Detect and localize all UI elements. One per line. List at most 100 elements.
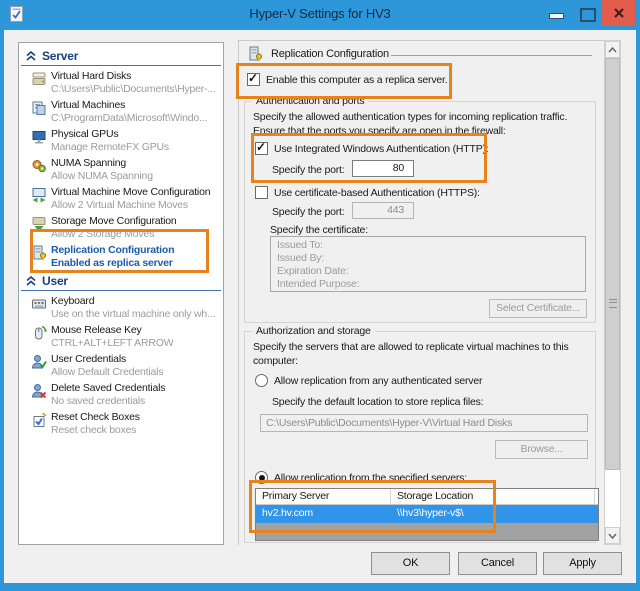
- item-title: Replication Configuration: [51, 244, 175, 256]
- cancel-button[interactable]: Cancel: [458, 552, 537, 575]
- close-button[interactable]: [602, 0, 635, 26]
- chevron-double-up-icon: [26, 276, 36, 286]
- chevron-double-up-icon: [26, 51, 36, 61]
- numa-spanning-icon: [32, 160, 46, 173]
- storage-move-icon: [32, 217, 46, 232]
- section-label: Server: [42, 49, 79, 63]
- https-port-input[interactable]: 443: [352, 202, 414, 219]
- user-credentials-icon: [31, 355, 47, 369]
- item-subtitle: CTRL+ALT+LEFT ARROW: [51, 337, 174, 349]
- apply-button[interactable]: Apply: [543, 552, 622, 575]
- allow-any-server-radio[interactable]: [255, 374, 268, 387]
- scroll-up-button[interactable]: [605, 41, 620, 58]
- browse-button[interactable]: Browse...: [495, 440, 588, 459]
- vertical-scrollbar[interactable]: [604, 40, 621, 545]
- auth-description: Specify the allowed authentication types…: [253, 111, 568, 137]
- sidebar-item-replication-configuration[interactable]: Replication Configuration Enabled as rep…: [21, 243, 221, 272]
- virtual-hard-disks-icon: [32, 72, 46, 85]
- mouse-release-key-icon: [35, 325, 47, 340]
- sidebar-item-user-credentials[interactable]: User Credentials Allow Default Credentia…: [21, 352, 221, 381]
- cert-issued-by: Issued By:: [277, 252, 325, 264]
- sidebar-item-virtual-hard-disks[interactable]: Virtual Hard Disks C:\Users\Public\Docum…: [21, 69, 221, 98]
- item-title: Virtual Machines: [51, 99, 126, 111]
- https-auth-checkbox[interactable]: [255, 186, 268, 199]
- enable-replica-checkbox-row[interactable]: Enable this computer as a replica server…: [247, 71, 448, 86]
- http-auth-checkbox-row[interactable]: Use Integrated Windows Authentication (H…: [255, 140, 489, 155]
- physical-gpus-icon: [32, 131, 46, 144]
- http-port-label: Specify the port:: [272, 164, 345, 176]
- http-auth-checkbox[interactable]: [255, 140, 268, 155]
- item-subtitle: Enabled as replica server: [51, 257, 173, 269]
- group-label: Authentication and ports: [252, 95, 369, 107]
- item-subtitle: C:\Users\Public\Documents\Hyper-...: [51, 83, 216, 95]
- allow-specified-servers-radio[interactable]: [255, 471, 268, 484]
- item-subtitle: Allow Default Credentials: [51, 366, 164, 378]
- header-rule: [391, 55, 592, 56]
- item-title: Physical GPUs: [51, 128, 119, 140]
- maximize-button[interactable]: [580, 8, 596, 22]
- item-title: User Credentials: [51, 353, 126, 365]
- item-title: NUMA Spanning: [51, 157, 127, 169]
- https-auth-label: Use certificate-based Authentication (HT…: [274, 186, 480, 199]
- item-title: Keyboard: [51, 295, 95, 307]
- sidebar-item-numa-spanning[interactable]: NUMA Spanning Allow NUMA Spanning: [21, 156, 221, 185]
- scroll-down-button[interactable]: [605, 527, 620, 544]
- minimize-button[interactable]: [549, 13, 564, 19]
- https-auth-checkbox-row[interactable]: Use certificate-based Authentication (HT…: [255, 186, 480, 199]
- item-subtitle: Allow NUMA Spanning: [51, 170, 153, 182]
- cert-expiration-date: Expiration Date:: [277, 265, 349, 277]
- pane-title: Replication Configuration: [271, 48, 389, 60]
- sidebar-item-reset-check-boxes[interactable]: Reset Check Boxes Reset check boxes: [21, 410, 221, 439]
- certificate-info-box: Issued To: Issued By: Expiration Date: I…: [270, 236, 586, 292]
- default-location-label: Specify the default location to store re…: [272, 396, 484, 408]
- allow-any-server-radio-row[interactable]: Allow replication from any authenticated…: [255, 374, 482, 387]
- http-port-input[interactable]: 80: [352, 160, 414, 177]
- sidebar-item-physical-gpus[interactable]: Physical GPUs Manage RemoteFX GPUs: [21, 127, 221, 156]
- enable-replica-checkbox[interactable]: [247, 71, 260, 86]
- cert-intended-purpose: Intended Purpose:: [277, 278, 360, 290]
- sidebar-item-keyboard[interactable]: Keyboard Use on the virtual machine only…: [21, 294, 221, 323]
- scrollbar-thumb[interactable]: [605, 58, 620, 470]
- table-row-selected[interactable]: hv2.hv.com \\hv3\hyper-v$\: [256, 505, 598, 523]
- http-auth-label: Use Integrated Windows Authentication (H…: [274, 142, 489, 155]
- settings-nav-sidebar: Server Virtual Hard Disks C:\Users\Publi…: [18, 42, 224, 545]
- sidebar-item-storage-move-configuration[interactable]: Storage Move Configuration Allow 2 Stora…: [21, 214, 221, 243]
- group-label: Authorization and storage: [252, 325, 375, 337]
- authentication-and-ports-group: Authentication and ports Specify the all…: [244, 95, 596, 323]
- default-location-input[interactable]: C:\Users\Public\Documents\Hyper-V\Virtua…: [260, 414, 588, 432]
- cert-issued-to: Issued To:: [277, 239, 323, 251]
- column-header-primary-server[interactable]: Primary Server: [256, 489, 391, 504]
- sidebar-item-virtual-machines[interactable]: Virtual Machines C:\ProgramData\Microsof…: [21, 98, 221, 127]
- item-title: Storage Move Configuration: [51, 215, 177, 227]
- delete-saved-credentials-icon: [31, 384, 47, 399]
- column-header-storage-location[interactable]: Storage Location: [391, 489, 595, 504]
- reset-check-boxes-icon: [33, 412, 47, 427]
- sidebar-item-mouse-release-key[interactable]: Mouse Release Key CTRL+ALT+LEFT ARROW: [21, 323, 221, 352]
- item-subtitle: Manage RemoteFX GPUs: [51, 141, 169, 153]
- ok-button[interactable]: OK: [371, 552, 450, 575]
- allow-specified-servers-radio-row[interactable]: Allow replication from the specified ser…: [255, 471, 467, 484]
- sidebar-item-delete-saved-credentials[interactable]: Delete Saved Credentials No saved creden…: [21, 381, 221, 410]
- enable-replica-label: Enable this computer as a replica server…: [266, 73, 448, 86]
- keyboard-icon: [32, 299, 46, 309]
- item-subtitle: Use on the virtual machine only wh...: [51, 308, 216, 320]
- cell-primary-server: hv2.hv.com: [262, 507, 313, 519]
- item-title: Reset Check Boxes: [51, 411, 140, 423]
- item-subtitle: Reset check boxes: [51, 424, 137, 436]
- sidebar-item-vm-move-configuration[interactable]: Virtual Machine Move Configuration Allow…: [21, 185, 221, 214]
- cell-storage-location: \\hv3\hyper-v$\: [397, 507, 464, 519]
- section-header-server[interactable]: Server: [21, 47, 221, 66]
- section-header-user[interactable]: User: [21, 272, 221, 291]
- item-title: Virtual Machine Move Configuration: [51, 186, 211, 198]
- chevron-down-icon: [608, 533, 617, 539]
- replication-servers-table: Primary Server Storage Location hv2.hv.c…: [255, 488, 599, 541]
- select-certificate-button[interactable]: Select Certificate...: [489, 299, 587, 318]
- vm-move-icon: [32, 188, 46, 203]
- item-subtitle: No saved credentials: [51, 395, 146, 407]
- item-subtitle: C:\ProgramData\Microsoft\Windo...: [51, 112, 208, 124]
- allow-specified-servers-label: Allow replication from the specified ser…: [274, 471, 467, 484]
- virtual-machines-icon: [32, 101, 46, 115]
- titlebar[interactable]: Hyper-V Settings for HV3: [0, 0, 640, 30]
- allow-any-server-label: Allow replication from any authenticated…: [274, 374, 483, 387]
- window-title: Hyper-V Settings for HV3: [249, 6, 391, 21]
